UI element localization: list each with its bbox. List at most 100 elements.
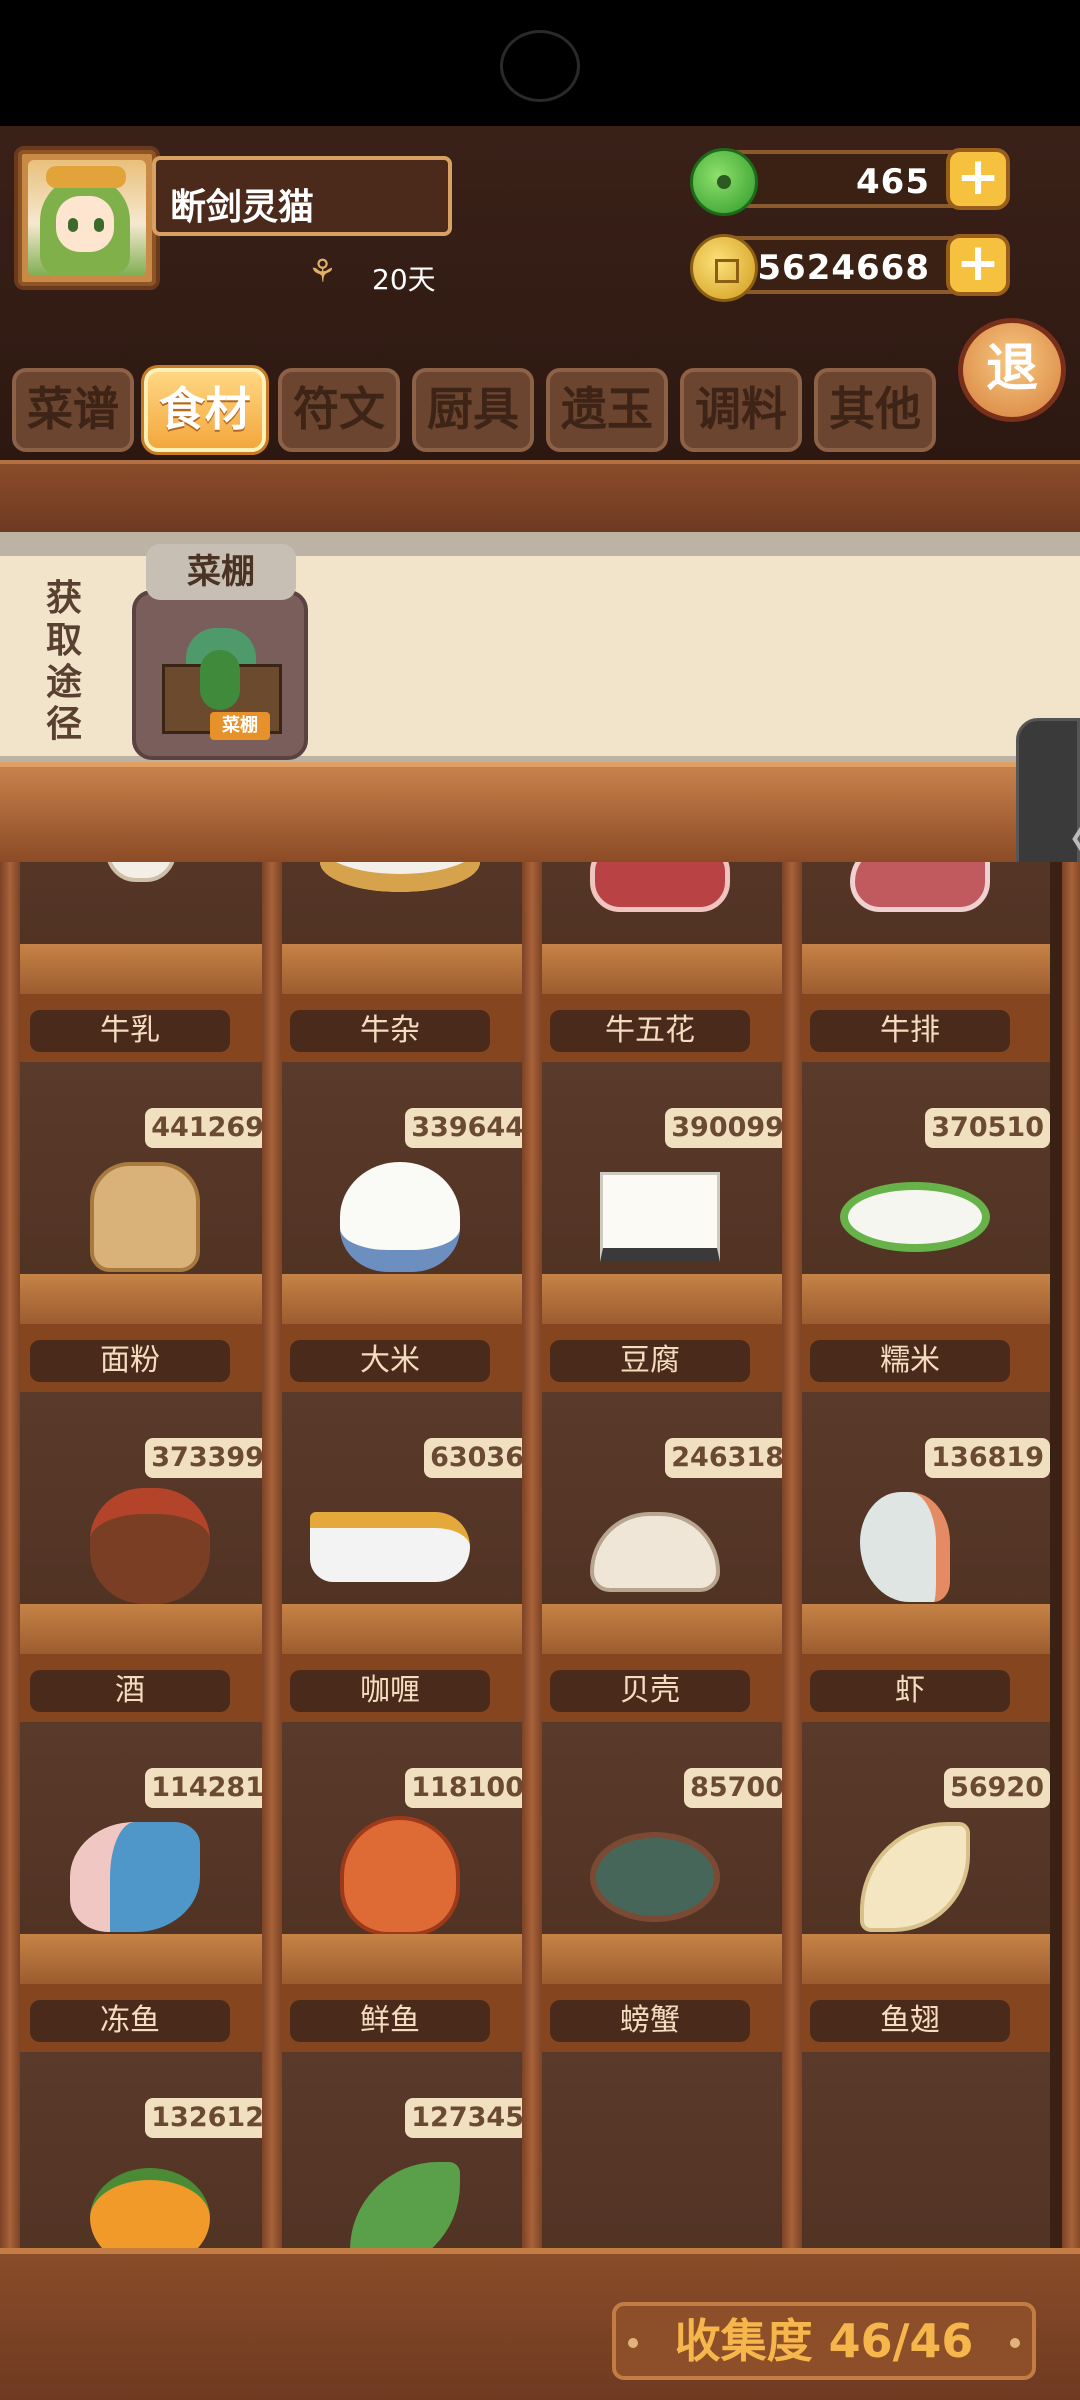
collection-progress: 收集度 46/46 <box>612 2302 1036 2380</box>
tofu-icon <box>600 1172 720 1262</box>
tab-other[interactable]: 其他 <box>814 368 936 452</box>
shelf-top-board <box>0 460 1080 532</box>
coin-amount: 55624668 <box>732 248 930 288</box>
player-name-box[interactable]: 断剑灵猫 <box>152 156 452 236</box>
item-count: 114281 <box>145 1768 270 1808</box>
item-count: 390099 <box>665 1108 790 1148</box>
shelf-post <box>782 862 802 2250</box>
category-tabs: 菜谱 食材 符文 厨具 遗玉 调料 其他 <box>12 368 942 452</box>
ingredient-name: 面粉 <box>30 1340 230 1382</box>
ingredient-name: 牛排 <box>810 1010 1010 1052</box>
beef-offal-icon <box>320 862 480 892</box>
ingredient-name: 螃蟹 <box>550 2000 750 2042</box>
ingredient-cell[interactable]: 132612 <box>10 2052 270 2250</box>
ingredient-cell[interactable]: 56920 鱼翅 <box>790 1722 1050 2052</box>
add-jade-button[interactable]: + <box>946 148 1010 210</box>
tab-ingredients[interactable]: 食材 <box>144 368 266 452</box>
add-coins-button[interactable]: + <box>946 234 1010 296</box>
frozen-fish-icon <box>70 1822 200 1932</box>
ingredient-cell[interactable]: 390099 豆腐 <box>530 1062 790 1392</box>
shelf-post <box>0 862 20 2250</box>
days-label: 20天 <box>372 263 436 296</box>
greenhouse-tag: 菜棚 <box>210 712 270 740</box>
player-name: 断剑灵猫 <box>170 187 315 228</box>
jade-icon <box>690 148 758 216</box>
ingredient-cell[interactable]: 牛五花 <box>530 862 790 1062</box>
ingredient-cell[interactable]: 127345 <box>270 2052 530 2250</box>
item-count: 85700 <box>684 1768 790 1808</box>
avatar-portrait <box>28 160 146 276</box>
empty-cell <box>530 2052 790 2250</box>
ingredient-name: 糯米 <box>810 1340 1010 1382</box>
source-label: 获取途径 <box>46 578 83 745</box>
ingredient-cell[interactable]: 63036 咖喱 <box>270 1392 530 1722</box>
clam-icon <box>590 1512 720 1592</box>
exit-button[interactable]: 退 <box>958 318 1066 422</box>
rice-bowl-icon <box>340 1162 460 1272</box>
status-bar <box>0 0 1080 126</box>
item-count: 127345 <box>405 2098 530 2138</box>
source-card-title: 菜棚 <box>146 544 296 600</box>
ingredient-cell[interactable]: 118100 鲜鱼 <box>270 1722 530 2052</box>
ingredient-name: 虾 <box>810 1670 1010 1712</box>
fresh-fish-icon <box>340 1816 460 1936</box>
ingredient-cell[interactable]: 136819 虾 <box>790 1392 1050 1722</box>
ingredient-cell[interactable]: 85700 螃蟹 <box>530 1722 790 2052</box>
shelf-post <box>522 862 542 2250</box>
item-count: 441269 <box>145 1108 270 1148</box>
steak-icon <box>850 862 990 912</box>
tab-cookware[interactable]: 厨具 <box>412 368 534 452</box>
item-count: 118100 <box>405 1768 530 1808</box>
crab-icon <box>590 1832 720 1922</box>
tab-runes[interactable]: 符文 <box>278 368 400 452</box>
shelf-post <box>1062 862 1080 2250</box>
ingredient-name: 鱼翅 <box>810 2000 1010 2042</box>
ingredient-cell[interactable]: 373399 酒 <box>10 1392 270 1722</box>
ingredient-cell[interactable]: 246318 贝壳 <box>530 1392 790 1722</box>
ingredient-cell[interactable]: 牛杂 <box>270 862 530 1062</box>
ingredient-name: 鲜鱼 <box>290 2000 490 2042</box>
ingredient-cell[interactable]: 牛乳 <box>10 862 270 1062</box>
ingredient-cell[interactable]: 370510 糯米 <box>790 1062 1050 1392</box>
glutinous-rice-icon <box>840 1182 990 1252</box>
ingredient-grid: 牛乳 牛杂 牛五花 牛排 441269 面粉 339644 大米 390099 … <box>0 862 1080 2250</box>
tea-leaf-icon <box>350 2162 460 2250</box>
ingredient-cell[interactable]: 114281 冻鱼 <box>10 1722 270 2052</box>
shelf-rail <box>0 762 1080 862</box>
shark-fin-icon <box>860 1822 970 1932</box>
milk-bag-icon <box>106 862 176 882</box>
flour-sack-icon <box>90 1162 200 1272</box>
pumpkin-icon <box>90 2168 210 2250</box>
jade-amount: 465 <box>856 162 930 202</box>
ingredient-cell[interactable]: 441269 面粉 <box>10 1062 270 1392</box>
ingredient-name: 贝壳 <box>550 1670 750 1712</box>
greenhouse-icon: 菜棚 <box>156 628 288 740</box>
player-avatar[interactable] <box>14 146 160 290</box>
ingredient-name: 大米 <box>290 1340 490 1382</box>
tab-recipes[interactable]: 菜谱 <box>12 368 134 452</box>
tab-relic-jade[interactable]: 遗玉 <box>546 368 668 452</box>
source-greenhouse-card[interactable]: 菜棚 <box>132 590 308 760</box>
item-count: 56920 <box>944 1768 1050 1808</box>
item-count: 132612 <box>145 2098 270 2138</box>
ingredient-name: 酒 <box>30 1670 230 1712</box>
item-count: 373399 <box>145 1438 270 1478</box>
ingredient-name: 牛杂 <box>290 1010 490 1052</box>
beef-brisket-icon <box>590 862 730 912</box>
curry-boat-icon <box>310 1512 470 1582</box>
tab-seasoning[interactable]: 调料 <box>680 368 802 452</box>
ingredient-name: 咖喱 <box>290 1670 490 1712</box>
ingredient-cell[interactable]: 339644 大米 <box>270 1062 530 1392</box>
ingredient-name: 牛乳 <box>30 1010 230 1052</box>
camera-cutout <box>500 30 580 102</box>
sprout-icon: ⚘ <box>308 252 337 290</box>
wine-jar-icon <box>90 1488 210 1604</box>
ingredient-name: 牛五花 <box>550 1010 750 1052</box>
shelf-post <box>262 862 282 2250</box>
ingredient-name: 豆腐 <box>550 1340 750 1382</box>
item-count: 246318 <box>665 1438 790 1478</box>
shrimp-icon <box>860 1492 950 1602</box>
item-count: 136819 <box>925 1438 1050 1478</box>
item-count: 339644 <box>405 1108 530 1148</box>
ingredient-cell[interactable]: 牛排 <box>790 862 1050 1062</box>
